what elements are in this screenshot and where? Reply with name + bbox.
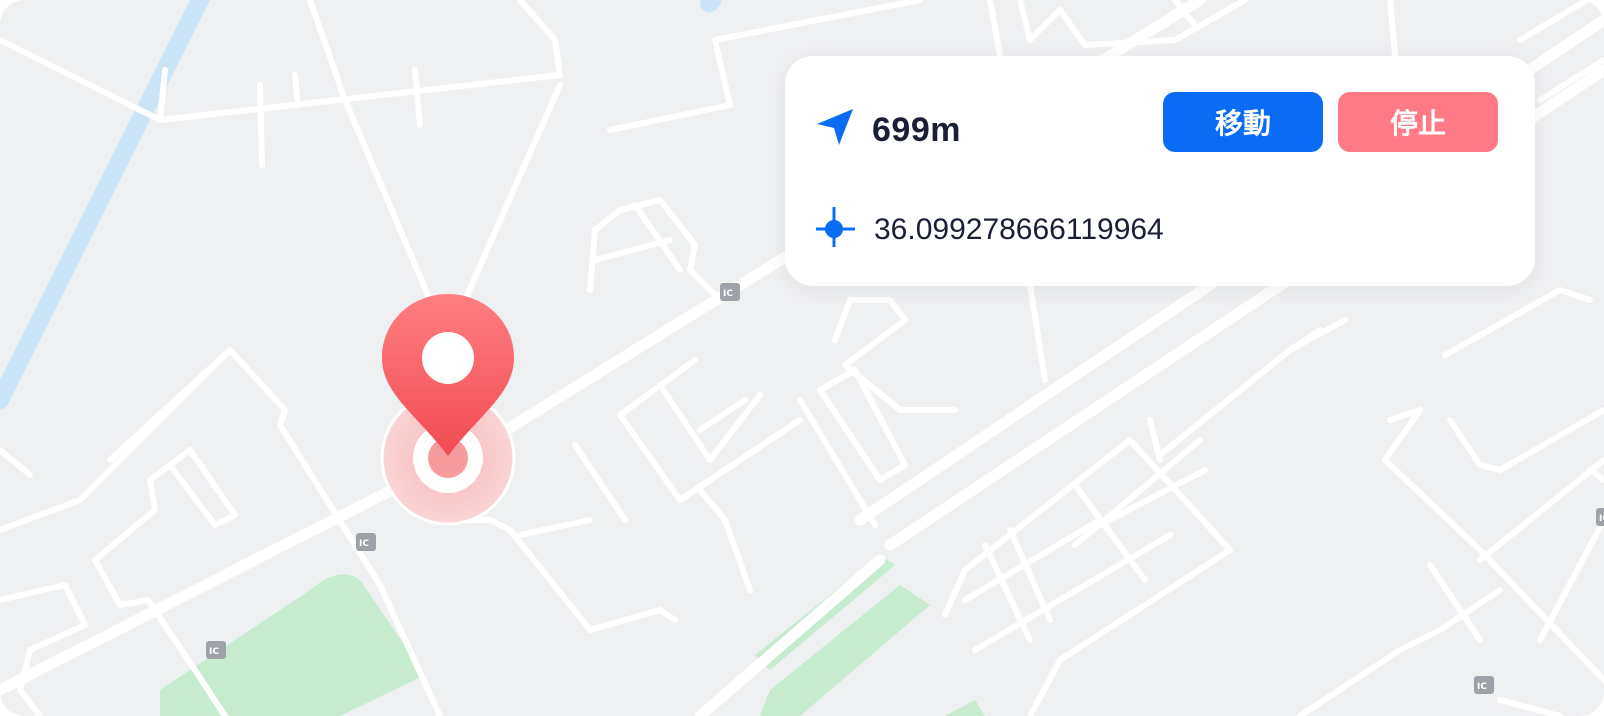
bus-stop-icon: IC — [720, 283, 740, 301]
distance-row: 699m 移動 停止 — [815, 92, 1505, 152]
svg-text:IC: IC — [723, 289, 733, 299]
park-corner — [945, 700, 985, 716]
park-strip — [755, 555, 930, 716]
svg-text:IC: IC — [359, 539, 369, 549]
map-view[interactable]: IC IC IC IC IC — [0, 0, 1604, 716]
move-button[interactable]: 移動 — [1163, 92, 1323, 152]
bus-stop-icon: IC — [206, 641, 226, 659]
info-card: 699m 移動 停止 36.099278666119964 — [785, 56, 1535, 286]
bus-stop-icon: IC — [1596, 508, 1604, 526]
coordinate-value: 36.099278666119964 — [874, 213, 1164, 246]
svg-text:IC: IC — [209, 647, 219, 657]
svg-text:IC: IC — [1599, 514, 1604, 524]
stop-button[interactable]: 停止 — [1338, 92, 1498, 152]
svg-text:IC: IC — [1477, 682, 1487, 692]
river-inlet — [700, 0, 721, 13]
bus-stop-icon: IC — [356, 533, 376, 551]
coordinate-row: 36.099278666119964 — [815, 204, 1505, 254]
bus-stop-icon: IC — [1474, 676, 1494, 694]
distance-value: 699m — [872, 111, 961, 149]
location-pin-icon[interactable] — [378, 294, 518, 530]
pin-center — [422, 332, 474, 384]
river — [0, 0, 211, 409]
crosshair-icon — [816, 207, 855, 247]
navigation-arrow-icon — [817, 109, 853, 145]
